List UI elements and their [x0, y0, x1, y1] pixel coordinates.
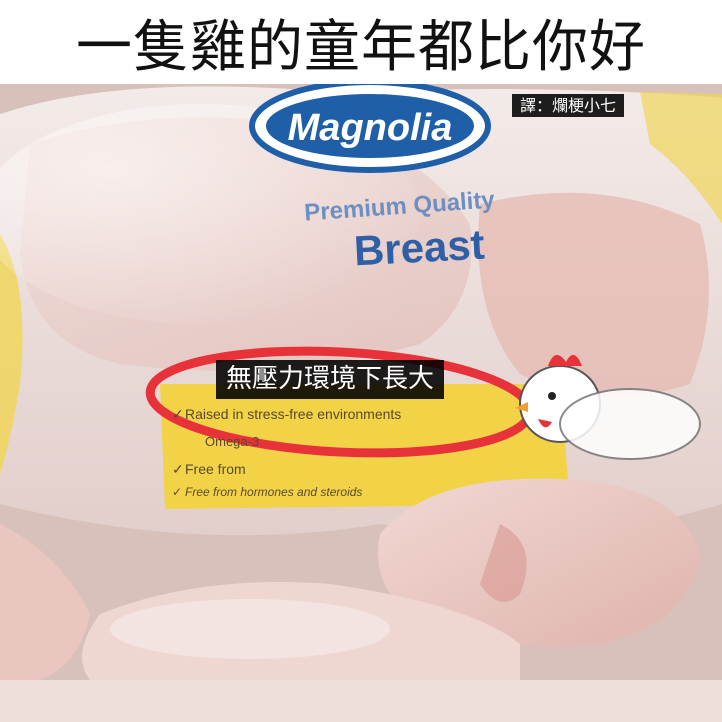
- product-text: Breast: [353, 221, 486, 275]
- headline: 一隻雞的童年都比你好: [76, 14, 646, 80]
- meme-frame: 一隻雞的童年都比你好 Magnolia Premium Quality Brea…: [0, 0, 722, 722]
- check-icon: ✓: [172, 461, 184, 477]
- claim-3: Free from: [185, 461, 246, 477]
- claim-2: Omega-3: [205, 434, 259, 449]
- brand-text: Magnolia: [288, 107, 453, 149]
- caption-overlay: 無壓力環境下長大: [216, 360, 445, 400]
- claim-4: Free from hormones and steroids: [185, 485, 362, 499]
- check-icon: ✓: [172, 485, 182, 499]
- check-icon: ✓: [172, 406, 184, 422]
- claim-1: Raised in stress-free environments: [185, 406, 401, 422]
- translator-credit: 譯：爛梗小七: [512, 94, 625, 118]
- bottom-band: [0, 680, 722, 722]
